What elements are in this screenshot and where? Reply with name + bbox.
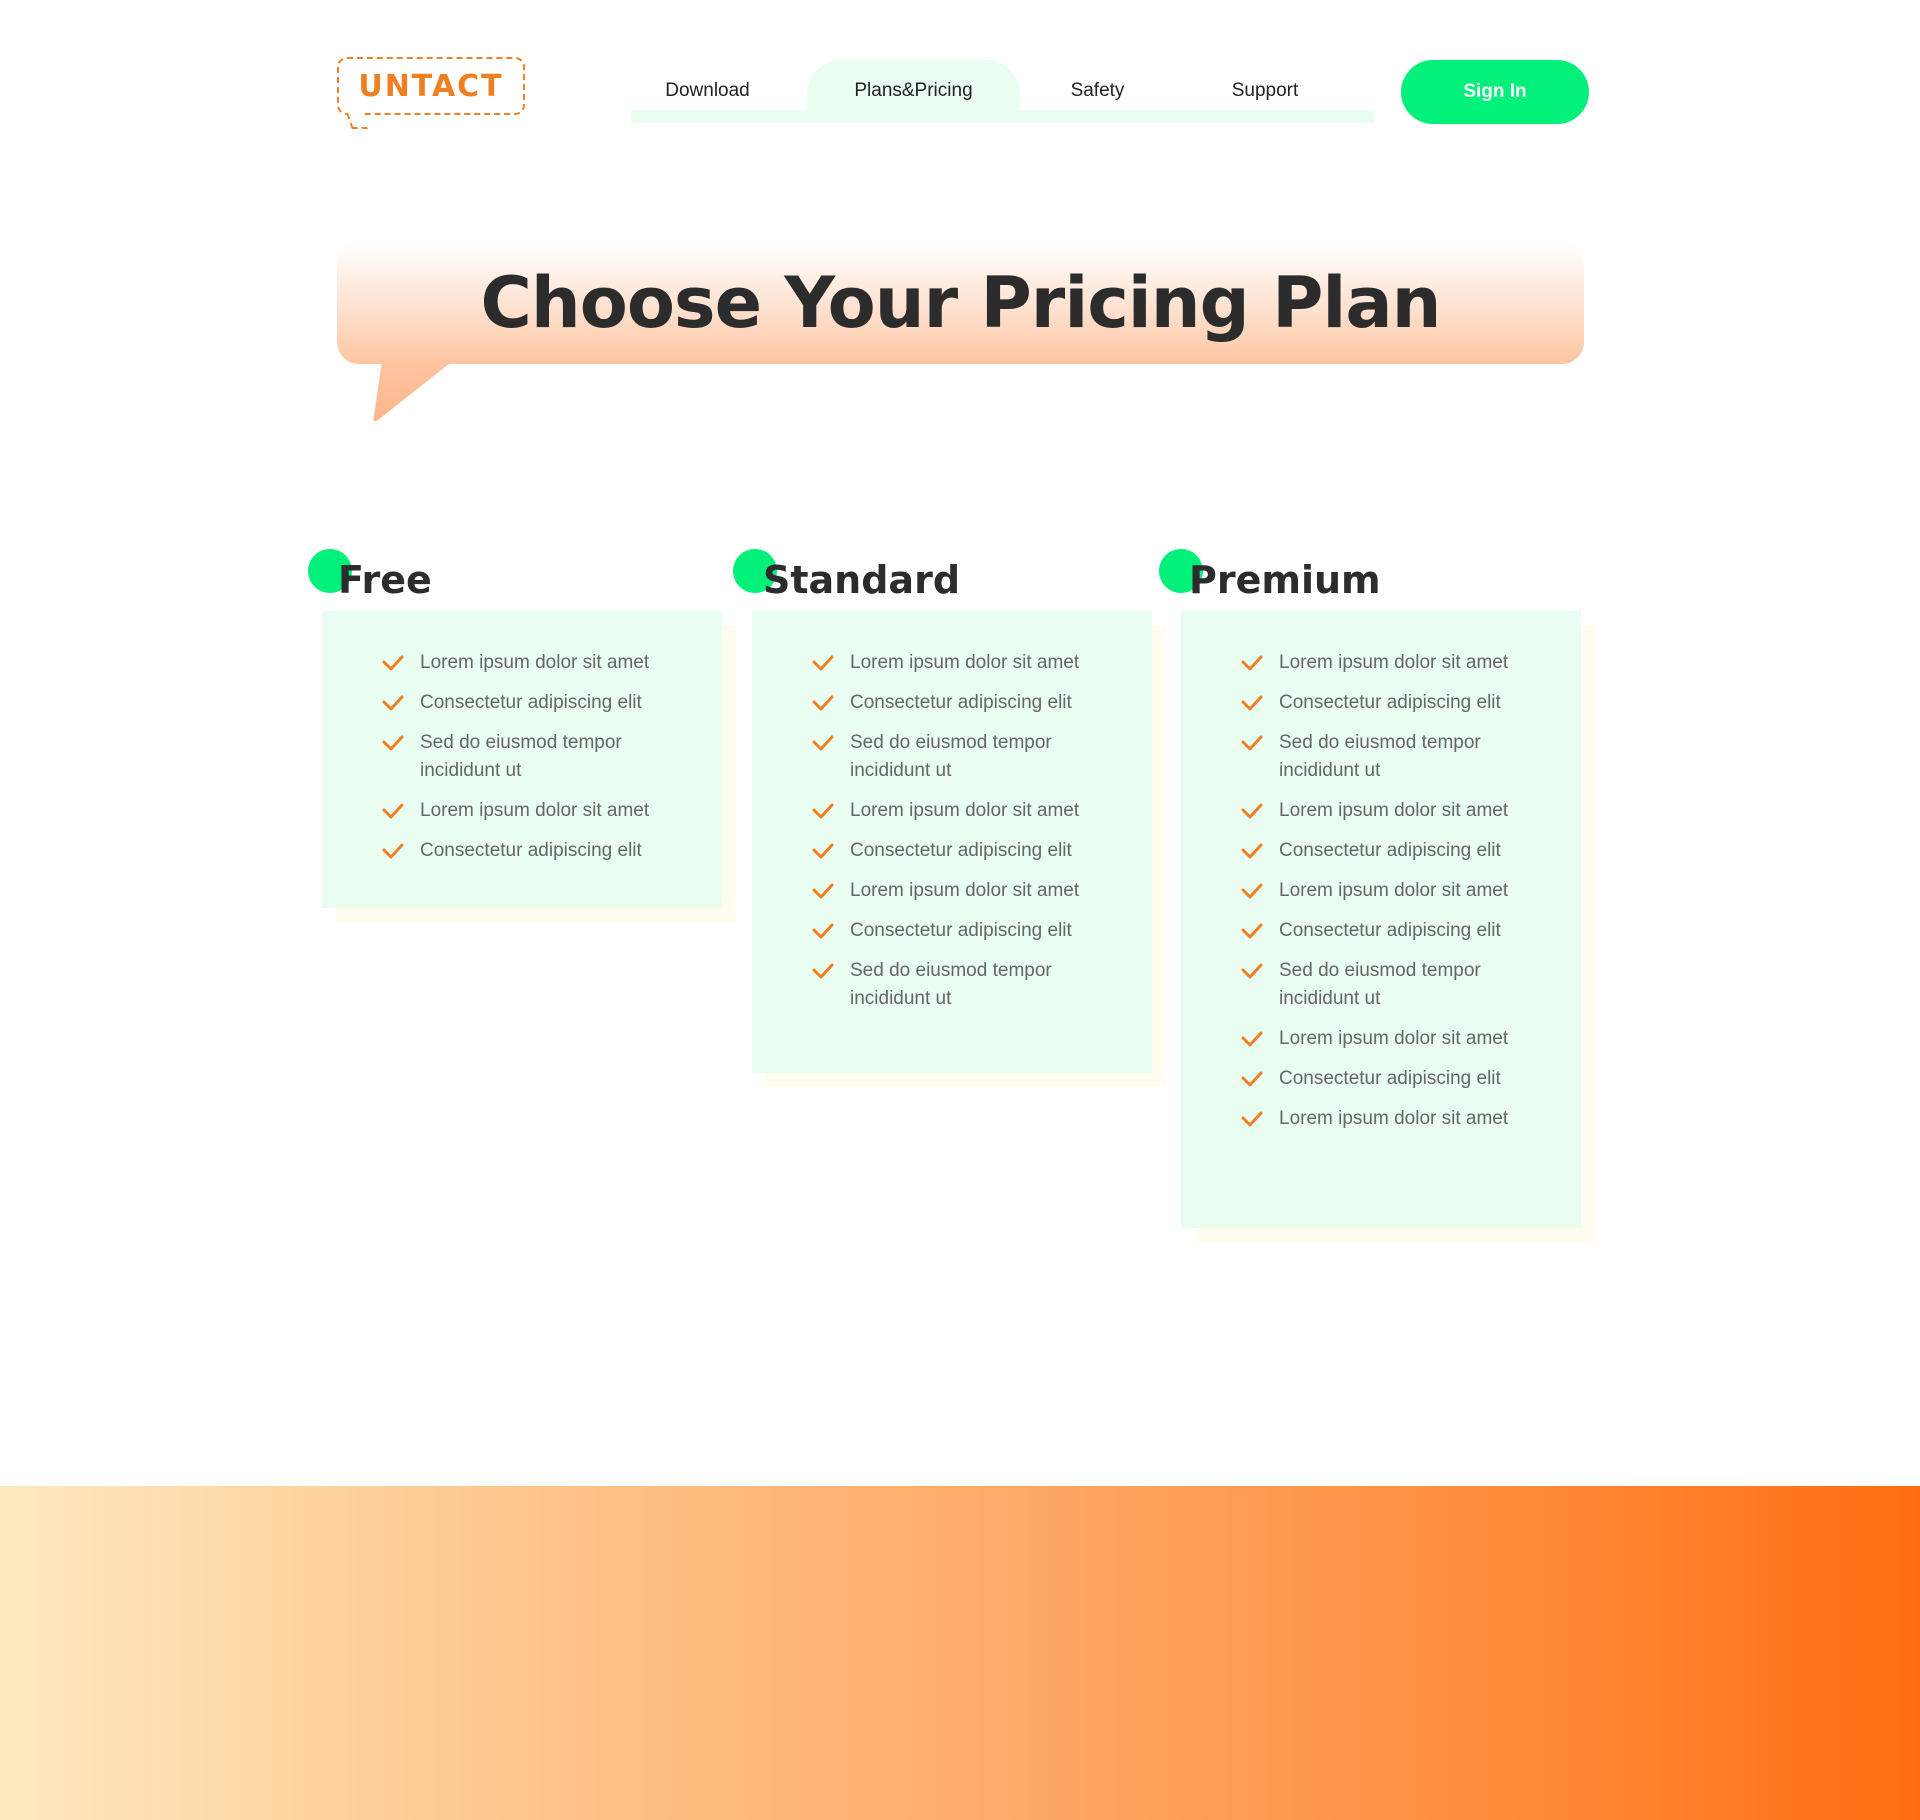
- check-icon: [812, 880, 834, 902]
- feature-text: Sed do eiusmod tempor incididunt ut: [420, 732, 622, 781]
- feature-item: Lorem ipsum dolor sit amet: [812, 649, 1132, 677]
- bubble-tail-icon: [373, 360, 454, 422]
- check-icon: [382, 732, 404, 754]
- check-icon: [1241, 920, 1263, 942]
- feature-text: Sed do eiusmod tempor incididunt ut: [850, 732, 1052, 781]
- nav-item-download[interactable]: Download: [640, 60, 775, 122]
- check-icon: [812, 840, 834, 862]
- check-icon: [1241, 880, 1263, 902]
- feature-text: Lorem ipsum dolor sit amet: [1279, 1108, 1509, 1129]
- feature-item: Sed do eiusmod tempor incididunt ut: [382, 729, 702, 785]
- check-icon: [1241, 1028, 1263, 1050]
- feature-item: Consectetur adipiscing elit: [812, 689, 1132, 717]
- sign-in-button[interactable]: Sign In: [1401, 60, 1589, 124]
- check-icon: [812, 920, 834, 942]
- feature-text: Consectetur adipiscing elit: [1279, 920, 1501, 941]
- feature-text: Sed do eiusmod tempor incididunt ut: [1279, 960, 1481, 1009]
- hero-bubble: Choose Your Pricing Plan: [337, 242, 1584, 364]
- check-icon: [1241, 960, 1263, 982]
- logo-text: UNTACT: [358, 68, 504, 104]
- plan-card[interactable]: Lorem ipsum dolor sit amet Consectetur ad…: [322, 611, 722, 908]
- feature-item: Sed do eiusmod tempor incididunt ut: [812, 957, 1132, 1013]
- feature-text: Lorem ipsum dolor sit amet: [1279, 800, 1509, 821]
- feature-text: Lorem ipsum dolor sit amet: [420, 800, 650, 821]
- feature-text: Sed do eiusmod tempor incididunt ut: [850, 960, 1052, 1009]
- feature-text: Consectetur adipiscing elit: [850, 920, 1072, 941]
- feature-text: Lorem ipsum dolor sit amet: [850, 880, 1080, 901]
- feature-item: Consectetur adipiscing elit: [1241, 917, 1561, 945]
- feature-item: Consectetur adipiscing elit: [1241, 837, 1561, 865]
- feature-text: Consectetur adipiscing elit: [850, 840, 1072, 861]
- feature-text: Lorem ipsum dolor sit amet: [1279, 1028, 1509, 1049]
- check-icon: [812, 960, 834, 982]
- feature-text: Lorem ipsum dolor sit amet: [1279, 880, 1509, 901]
- feature-item: Lorem ipsum dolor sit amet: [812, 797, 1132, 825]
- feature-item: Lorem ipsum dolor sit amet: [1241, 797, 1561, 825]
- feature-text: Consectetur adipiscing elit: [850, 692, 1072, 713]
- feature-text: Consectetur adipiscing elit: [1279, 840, 1501, 861]
- feature-item: Consectetur adipiscing elit: [382, 837, 702, 865]
- feature-text: Consectetur adipiscing elit: [1279, 692, 1501, 713]
- feature-item: Lorem ipsum dolor sit amet: [1241, 1105, 1561, 1133]
- logo[interactable]: UNTACT: [337, 57, 525, 129]
- feature-text: Consectetur adipiscing elit: [1279, 1068, 1501, 1089]
- feature-list: Lorem ipsum dolor sit amet Consectetur ad…: [382, 649, 702, 877]
- feature-item: Sed do eiusmod tempor incididunt ut: [1241, 729, 1561, 785]
- nav-item-support[interactable]: Support: [1195, 60, 1335, 122]
- feature-item: Consectetur adipiscing elit: [812, 837, 1132, 865]
- feature-text: Consectetur adipiscing elit: [420, 692, 642, 713]
- check-icon: [382, 800, 404, 822]
- plan-card[interactable]: Lorem ipsum dolor sit amet Consectetur ad…: [1181, 611, 1581, 1228]
- check-icon: [382, 652, 404, 674]
- plan-card[interactable]: Lorem ipsum dolor sit amet Consectetur ad…: [752, 611, 1152, 1073]
- feature-list: Lorem ipsum dolor sit amet Consectetur ad…: [812, 649, 1132, 1025]
- feature-item: Consectetur adipiscing elit: [1241, 1065, 1561, 1093]
- check-icon: [812, 732, 834, 754]
- check-icon: [382, 840, 404, 862]
- feature-item: Consectetur adipiscing elit: [382, 689, 702, 717]
- plan-name: Free: [338, 558, 432, 602]
- check-icon: [382, 692, 404, 714]
- check-icon: [812, 800, 834, 822]
- check-icon: [1241, 652, 1263, 674]
- feature-item: Sed do eiusmod tempor incididunt ut: [1241, 957, 1561, 1013]
- check-icon: [1241, 840, 1263, 862]
- plan-name: Premium: [1189, 558, 1381, 602]
- feature-item: Lorem ipsum dolor sit amet: [1241, 877, 1561, 905]
- footer-gradient: [0, 1486, 1920, 1820]
- nav-item-plans-pricing[interactable]: Plans&Pricing: [807, 60, 1020, 122]
- page-title: Choose Your Pricing Plan: [480, 262, 1442, 344]
- check-icon: [812, 692, 834, 714]
- feature-text: Lorem ipsum dolor sit amet: [850, 652, 1080, 673]
- logo-tail-icon: [346, 113, 368, 129]
- check-icon: [1241, 1108, 1263, 1130]
- check-icon: [812, 652, 834, 674]
- feature-item: Lorem ipsum dolor sit amet: [382, 649, 702, 677]
- feature-item: Lorem ipsum dolor sit amet: [1241, 1025, 1561, 1053]
- feature-list: Lorem ipsum dolor sit amet Consectetur ad…: [1241, 649, 1561, 1145]
- feature-text: Sed do eiusmod tempor incididunt ut: [1279, 732, 1481, 781]
- feature-item: Lorem ipsum dolor sit amet: [812, 877, 1132, 905]
- feature-item: Consectetur adipiscing elit: [812, 917, 1132, 945]
- check-icon: [1241, 800, 1263, 822]
- check-icon: [1241, 692, 1263, 714]
- check-icon: [1241, 732, 1263, 754]
- feature-item: Sed do eiusmod tempor incididunt ut: [812, 729, 1132, 785]
- feature-text: Lorem ipsum dolor sit amet: [420, 652, 650, 673]
- plan-name: Standard: [763, 558, 961, 602]
- feature-item: Consectetur adipiscing elit: [1241, 689, 1561, 717]
- nav-item-safety[interactable]: Safety: [1040, 60, 1155, 122]
- feature-item: Lorem ipsum dolor sit amet: [1241, 649, 1561, 677]
- feature-text: Lorem ipsum dolor sit amet: [1279, 652, 1509, 673]
- feature-text: Consectetur adipiscing elit: [420, 840, 642, 861]
- feature-text: Lorem ipsum dolor sit amet: [850, 800, 1080, 821]
- check-icon: [1241, 1068, 1263, 1090]
- feature-item: Lorem ipsum dolor sit amet: [382, 797, 702, 825]
